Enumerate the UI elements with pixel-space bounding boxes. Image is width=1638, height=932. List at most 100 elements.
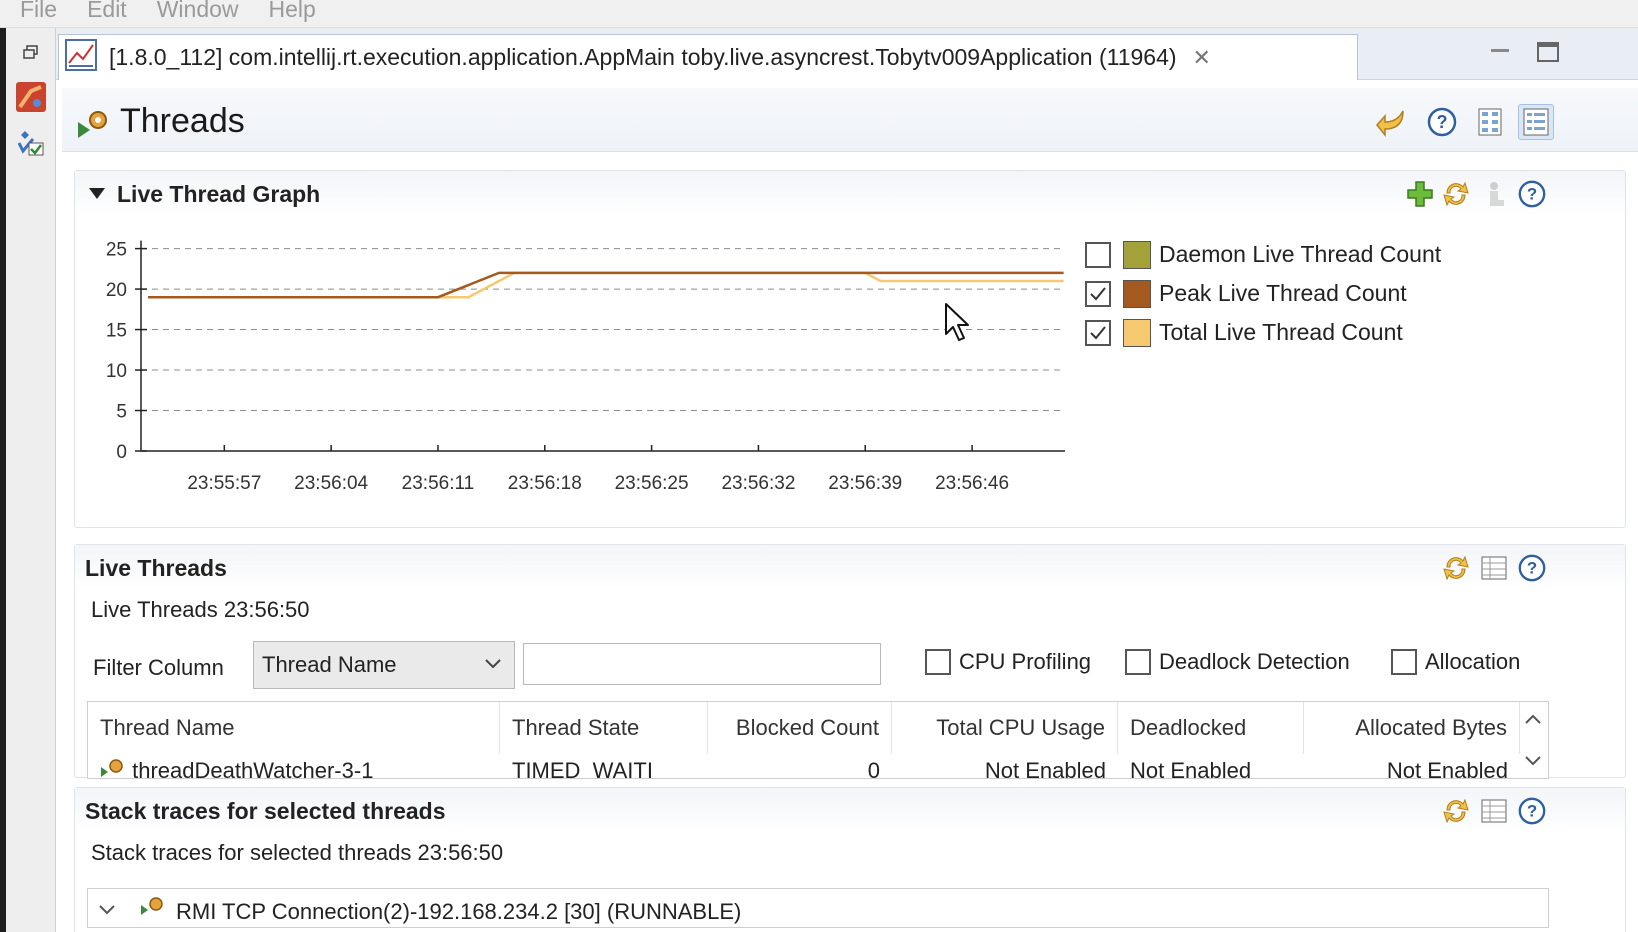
col-deadlocked[interactable]: Deadlocked <box>1118 702 1304 754</box>
thread-icon <box>140 895 166 922</box>
menu-help[interactable]: Help <box>269 0 316 20</box>
live-thread-graph-section: Live Thread Graph ? 0 5 10 15 20 25 23:55:57 23… <box>74 170 1626 528</box>
tasks-view-icon[interactable] <box>14 126 48 160</box>
stack-traces-timestamp: Stack traces for selected threads 23:56:… <box>91 840 504 865</box>
svg-text:?: ? <box>1437 112 1448 132</box>
thread-icon <box>100 755 126 778</box>
x-tick-label: 23:56:11 <box>402 473 475 494</box>
live-threads-section: Live Threads ? Live Threads 23:56:50 Fil… <box>74 544 1626 779</box>
restore-icon[interactable] <box>14 36 48 70</box>
threads-help-icon[interactable]: ? <box>1515 551 1549 585</box>
mouse-cursor-icon <box>944 302 972 349</box>
peak-label: Peak Live Thread Count <box>1159 280 1407 306</box>
menu-file[interactable]: File <box>20 0 57 20</box>
peak-checkbox[interactable] <box>1085 280 1111 307</box>
editor-tabstrip: [1.8.0_112] com.intellij.rt.execution.ap… <box>56 28 1638 80</box>
y-tick-label: 10 <box>106 361 127 382</box>
col-total-cpu-usage[interactable]: Total CPU Usage <box>892 702 1118 754</box>
x-tick-label: 23:56:39 <box>828 473 902 494</box>
remove-attribute-icon[interactable] <box>1479 177 1513 211</box>
graph-section-header[interactable]: Live Thread Graph ? <box>75 171 1625 217</box>
y-tick-label: 20 <box>106 280 127 301</box>
minimize-icon[interactable] <box>1486 38 1514 66</box>
total-checkbox[interactable] <box>1085 319 1111 346</box>
series-line <box>148 271 1064 299</box>
y-tick-label: 25 <box>106 240 127 261</box>
col-thread-name[interactable]: Thread Name <box>88 702 500 754</box>
filter-column-label: Filter Column <box>93 655 224 680</box>
add-attribute-icon[interactable] <box>1403 177 1437 211</box>
page-header: Threads ? <box>62 88 1638 152</box>
refresh-stack-icon[interactable] <box>1439 794 1473 828</box>
stack-table-settings-icon[interactable] <box>1477 794 1511 828</box>
allocation-checkbox[interactable] <box>1391 649 1417 675</box>
x-tick-label: 23:56:46 <box>935 473 1009 494</box>
stack-tree-row[interactable]: RMI TCP Connection(2)-192.168.234.2 [30]… <box>87 888 1549 928</box>
peak-swatch <box>1123 279 1151 308</box>
deadlock-detection-checkbox[interactable] <box>1125 649 1151 675</box>
svg-text:?: ? <box>1527 185 1537 204</box>
menu-edit[interactable]: Edit <box>87 0 127 20</box>
deadlock-detection-option[interactable]: Deadlock Detection <box>1125 649 1350 675</box>
stack-traces-header: Stack traces for selected threads ? <box>75 788 1625 834</box>
filter-column-value: Thread Name <box>262 652 397 677</box>
scroll-down-icon[interactable] <box>1524 754 1542 773</box>
allocation-option[interactable]: Allocation <box>1391 649 1520 675</box>
stack-traces-section: Stack traces for selected threads ? Stac… <box>74 787 1626 932</box>
allocation-label: Allocation <box>1425 649 1521 674</box>
close-tab-icon[interactable]: ✕ <box>1193 45 1211 71</box>
table-scrollbar[interactable] <box>1518 702 1548 778</box>
back-icon[interactable] <box>1374 104 1410 140</box>
profiler-tab[interactable]: [1.8.0_112] com.intellij.rt.execution.ap… <box>58 34 1358 80</box>
profiler-view-icon[interactable] <box>14 80 48 114</box>
maximize-icon[interactable] <box>1534 38 1562 66</box>
y-tick-label: 0 <box>116 442 127 463</box>
page-title: Threads <box>120 102 245 140</box>
daemon-swatch <box>1123 240 1151 269</box>
cpu-profiling-label: CPU Profiling <box>959 649 1092 674</box>
legend-peak[interactable]: Peak Live Thread Count <box>1085 274 1441 313</box>
col-allocated-bytes[interactable]: Allocated Bytes <box>1304 702 1520 754</box>
cpu-profiling-checkbox[interactable] <box>925 649 951 675</box>
allocated-bytes-cell: Not Enabled <box>1386 758 1508 779</box>
y-tick-label: 15 <box>106 321 127 342</box>
stack-thread-label: RMI TCP Connection(2)-192.168.234.2 [30]… <box>176 899 742 924</box>
collapse-triangle-icon[interactable] <box>89 188 105 200</box>
svg-text:?: ? <box>1527 559 1537 578</box>
graph-section-title: Live Thread Graph <box>117 180 321 207</box>
deadlock-detection-label: Deadlock Detection <box>1159 649 1350 674</box>
cpu-profiling-option[interactable]: CPU Profiling <box>925 649 1091 675</box>
thread-name-cell: threadDeathWatcher-3-1 <box>88 754 500 778</box>
scroll-up-icon[interactable] <box>1524 712 1542 731</box>
blocked-count-cell: 0 <box>867 758 880 779</box>
live-threads-title: Live Threads <box>85 554 227 581</box>
col-blocked-count[interactable]: Blocked Count <box>708 702 892 754</box>
col-thread-state[interactable]: Thread State <box>500 702 708 754</box>
table-settings-icon[interactable] <box>1477 551 1511 585</box>
x-tick-label: 23:55:57 <box>187 473 261 494</box>
stack-help-icon[interactable]: ? <box>1515 794 1549 828</box>
grid-layout-icon[interactable] <box>1472 104 1508 140</box>
graph-help-icon[interactable]: ? <box>1515 177 1549 211</box>
legend-total[interactable]: Total Live Thread Count <box>1085 313 1441 352</box>
threads-table: Thread Name Thread State Blocked Count T… <box>87 701 1549 779</box>
filter-column-select[interactable]: Thread Name <box>253 641 515 689</box>
daemon-checkbox[interactable] <box>1085 241 1111 268</box>
list-layout-icon[interactable] <box>1518 104 1554 140</box>
cpu-usage-cell: Not Enabled <box>984 758 1106 779</box>
legend-daemon[interactable]: Daemon Live Thread Count <box>1085 235 1441 274</box>
menu-window[interactable]: Window <box>157 0 239 20</box>
live-thread-chart: 0 5 10 15 20 25 23:55:57 23:56:04 23:56:11 23:56:… <box>106 240 1065 494</box>
svg-text:?: ? <box>1527 802 1537 821</box>
tab-title: [1.8.0_112] com.intellij.rt.execution.ap… <box>109 44 1177 70</box>
total-label: Total Live Thread Count <box>1159 319 1403 345</box>
expand-chevron-icon[interactable] <box>98 903 116 922</box>
help-icon[interactable]: ? <box>1424 104 1460 140</box>
deadlocked-cell: Not Enabled <box>1130 758 1252 779</box>
x-tick-label: 23:56:18 <box>508 473 582 494</box>
menubar: File Edit Window Help <box>0 0 1638 28</box>
refresh-threads-icon[interactable] <box>1439 551 1473 585</box>
live-threads-timestamp: Live Threads 23:56:50 <box>91 597 310 622</box>
filter-input[interactable] <box>523 643 881 685</box>
refresh-graph-icon[interactable] <box>1439 177 1473 211</box>
